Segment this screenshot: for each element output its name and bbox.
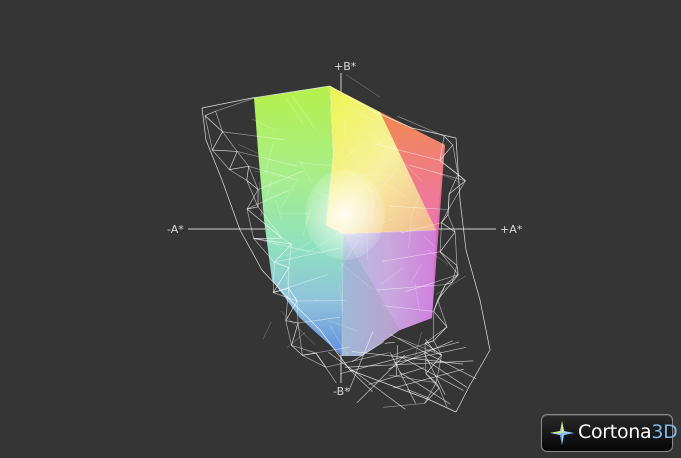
wireframe-edge	[212, 149, 230, 170]
wireframe-edge	[222, 131, 238, 152]
wireframe-edge	[439, 231, 456, 252]
wireframe-edge	[205, 139, 223, 181]
wireframe-edge	[246, 189, 259, 210]
wireframe-edge	[291, 322, 299, 346]
wireframe-edge	[229, 165, 249, 170]
wireframe-edge	[433, 326, 448, 342]
wireframe-edge	[204, 110, 216, 117]
brand-name: Cortona	[578, 421, 652, 443]
gamut-solid	[254, 85, 445, 357]
wireframe-edge	[439, 222, 442, 252]
wireframe-edge	[383, 402, 425, 408]
wireframe-edge	[425, 354, 442, 374]
wireframe-edge	[439, 251, 458, 266]
wireframe-edge	[469, 349, 491, 386]
wireframe-edge	[212, 131, 223, 151]
wireframe-edge	[399, 371, 451, 405]
wireframe-edge	[424, 326, 448, 344]
gamut-3d-viewport[interactable]: +B* -B* -A* +A*	[0, 0, 681, 458]
axis-label-minus-a: -A*	[167, 223, 184, 236]
wireframe-edge	[441, 209, 449, 223]
wireframe-edge	[212, 149, 238, 152]
axis-label-plus-a: +A*	[500, 223, 523, 236]
wireframe-edge	[384, 341, 395, 344]
wireframe-edge	[328, 351, 406, 410]
wireframe-edge	[465, 249, 481, 301]
wireframe-edge	[239, 229, 263, 271]
wireframe-edge	[204, 115, 213, 151]
wireframe-edge	[302, 354, 326, 368]
wireframe-edge	[429, 399, 457, 413]
wireframe-edge	[221, 179, 241, 231]
wireframe-edge	[201, 107, 207, 141]
wireframe-edge	[345, 74, 380, 98]
wireframe-edge	[291, 344, 317, 354]
wireframe-edge	[201, 97, 253, 109]
wireframe-edge	[448, 180, 466, 195]
wireframe-edge	[229, 169, 247, 181]
brand-suffix: 3D	[651, 421, 678, 443]
cortona-star-icon	[550, 421, 574, 445]
gamut-white-point	[305, 170, 385, 260]
wireframe-edge	[437, 299, 448, 328]
wireframe-edge	[262, 321, 272, 340]
wireframe-edge	[390, 352, 416, 404]
wireframe-edge	[246, 166, 250, 181]
wireframe-edge	[454, 232, 458, 266]
wireframe-edge	[229, 151, 238, 170]
wireframe-edge	[424, 343, 427, 374]
wireframe-edge	[479, 299, 491, 351]
wireframe-edge	[459, 199, 467, 251]
wireframe-edge	[344, 360, 474, 368]
wireframe-edge	[455, 384, 471, 413]
wireframe-edge	[443, 135, 453, 146]
wireframe-edge	[297, 322, 303, 356]
axis-label-minus-b: -B*	[333, 385, 350, 398]
cortona3d-badge[interactable]: Cortona3D	[541, 414, 678, 452]
wireframe-edge	[424, 353, 446, 395]
wireframe-edge	[285, 320, 292, 346]
cortona3d-label: Cortona3D	[578, 421, 678, 443]
wireframe-edge	[286, 331, 306, 349]
wireframe-edge	[315, 352, 337, 384]
wireframe-edge	[433, 311, 448, 328]
wireframe-edge	[388, 340, 453, 370]
wireframe-edge	[448, 180, 466, 210]
wireframe-edge	[433, 299, 439, 312]
wireframe-edge	[395, 345, 398, 376]
axis-label-plus-b: +B*	[334, 60, 357, 73]
